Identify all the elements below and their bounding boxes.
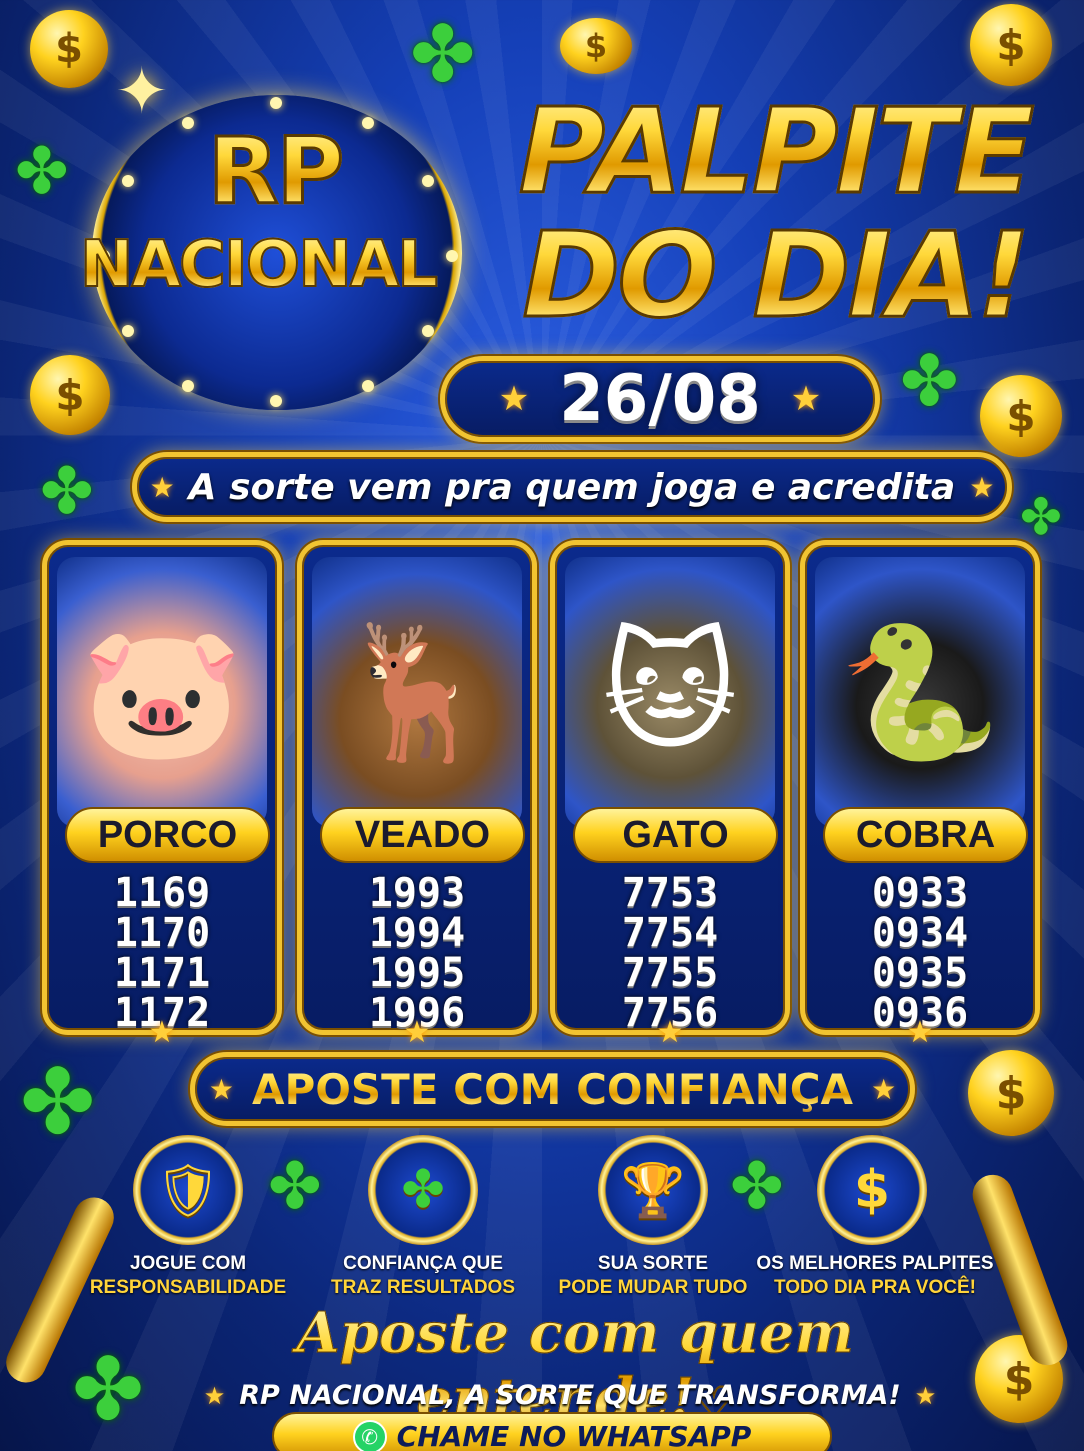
card-gato: 🐱 GATO 7753 7754 7755 7756 ★ — [550, 540, 790, 1050]
star-icon: ★ — [203, 1381, 226, 1410]
star-icon: ★ — [498, 379, 530, 419]
star-icon: ★ — [403, 1015, 431, 1050]
badge-line1: JOGUE COM — [129, 1253, 247, 1274]
dollar-coin-icon: $ — [817, 1135, 927, 1245]
star-icon: ★ — [790, 379, 822, 419]
number-list: 7753 7754 7755 7756 — [555, 873, 785, 1033]
date-text: 26/08 — [559, 362, 761, 436]
snake-icon: 🐍 — [815, 557, 1025, 827]
badge-line1: SUA SORTE — [597, 1253, 709, 1274]
whatsapp-icon: ✆ — [352, 1420, 387, 1451]
number-item: 1995 — [368, 950, 466, 996]
animal-label: GATO — [573, 807, 778, 863]
clover-icon: ✤ — [268, 1150, 322, 1224]
cat-icon: 🐱 — [565, 557, 775, 827]
number-item: 7755 — [621, 950, 719, 996]
clover-icon: ✤ — [730, 1150, 784, 1224]
badge-line2: PODE MUDAR TUDO — [558, 1277, 748, 1298]
shield-check-icon: 🛡 — [133, 1135, 243, 1245]
clover-icon: ✤ — [20, 1050, 96, 1155]
card-cobra: 🐍 COBRA 0933 0934 0935 0936 ★ — [800, 540, 1040, 1050]
title-line1: PALPITE — [495, 81, 1055, 222]
star-icon: ★ — [149, 470, 175, 504]
deer-icon: 🦌 — [312, 557, 522, 827]
clover-icon: ✤ — [368, 1135, 478, 1245]
date-banner: ★ 26/08 ★ — [440, 356, 880, 442]
clover-icon: ✤ — [72, 1340, 145, 1440]
coin-icon: $ — [560, 18, 632, 74]
clover-icon: ✤ — [410, 10, 476, 100]
number-list: 0933 0934 0935 0936 — [805, 873, 1035, 1033]
number-list: 1993 1994 1995 1996 — [302, 873, 532, 1033]
clover-icon: ✤ — [1020, 488, 1062, 546]
confidence-text: APOSTE COM CONFIANÇA — [251, 1064, 854, 1114]
logo-nacional: NACIONAL — [48, 227, 468, 303]
coin-icon: $ — [30, 10, 108, 88]
animal-label: VEADO — [320, 807, 525, 863]
badge-line2: RESPONSABILIDADE — [89, 1277, 287, 1298]
number-item: 0933 — [871, 870, 969, 916]
trophy-icon: 🏆 — [598, 1135, 708, 1245]
badge-text: SUA SORTE PODE MUDAR TUDO — [533, 1252, 773, 1300]
number-item: 1170 — [113, 910, 211, 956]
badge-text: CONFIANÇA QUE TRAZ RESULTADOS — [303, 1252, 543, 1300]
badge-line2: TODO DIA PRA VOCÊ! — [774, 1277, 976, 1298]
number-item: 1994 — [368, 910, 466, 956]
star-icon: ★ — [914, 1381, 937, 1410]
number-item: 0934 — [871, 910, 969, 956]
card-veado: 🦌 VEADO 1993 1994 1995 1996 ★ — [297, 540, 537, 1050]
motto-text: A sorte vem pra quem joga e acredita — [188, 466, 956, 508]
whatsapp-button[interactable]: ✆ CHAME NO WHATSAPP — [272, 1412, 832, 1451]
badge-line2: TRAZ RESULTADOS — [330, 1277, 515, 1298]
footer-subtitle-row: ★ RP NACIONAL, A SORTE QUE TRANSFORMA! ★ — [190, 1380, 950, 1411]
star-icon: ★ — [871, 1072, 897, 1106]
animal-label: COBRA — [823, 807, 1028, 863]
number-item: 0935 — [871, 950, 969, 996]
star-icon: ★ — [906, 1015, 934, 1050]
title-line2: DO DIA! — [495, 205, 1055, 346]
footer-subtitle: RP NACIONAL, A SORTE QUE TRANSFORMA! — [239, 1380, 901, 1411]
badge-line1: CONFIANÇA QUE — [343, 1253, 503, 1274]
badge-line1: OS MELHORES PALPITES — [756, 1253, 994, 1274]
number-item: 7753 — [621, 870, 719, 916]
number-list: 1169 1170 1171 1172 — [47, 873, 277, 1033]
coin-icon: $ — [980, 375, 1062, 457]
clover-icon: ✤ — [900, 340, 959, 422]
badge-text: OS MELHORES PALPITES TODO DIA PRA VOCÊ! — [755, 1252, 995, 1300]
number-item: 1993 — [368, 870, 466, 916]
clover-icon: ✤ — [40, 455, 94, 529]
coin-icon: $ — [970, 4, 1052, 86]
star-icon: ★ — [148, 1015, 176, 1050]
animal-label: PORCO — [65, 807, 270, 863]
number-item: 1169 — [113, 870, 211, 916]
coin-icon: $ — [968, 1050, 1054, 1136]
clover-icon: ✤ — [15, 135, 69, 209]
whatsapp-button-label: CHAME NO WHATSAPP — [396, 1420, 752, 1451]
number-item: 7754 — [621, 910, 719, 956]
number-item: 1171 — [113, 950, 211, 996]
card-porco: 🐷 PORCO 1169 1170 1171 1172 ★ — [42, 540, 282, 1050]
star-icon: ★ — [969, 470, 995, 504]
badge-text: JOGUE COM RESPONSABILIDADE — [68, 1252, 308, 1300]
confidence-banner: ★ APOSTE COM CONFIANÇA ★ — [190, 1052, 915, 1126]
star-icon: ★ — [656, 1015, 684, 1050]
motto-banner: ★ A sorte vem pra quem joga e acredita ★ — [132, 452, 1012, 522]
logo-rp: RP — [150, 117, 400, 227]
pig-icon: 🐷 — [57, 557, 267, 827]
star-icon: ★ — [208, 1072, 234, 1106]
